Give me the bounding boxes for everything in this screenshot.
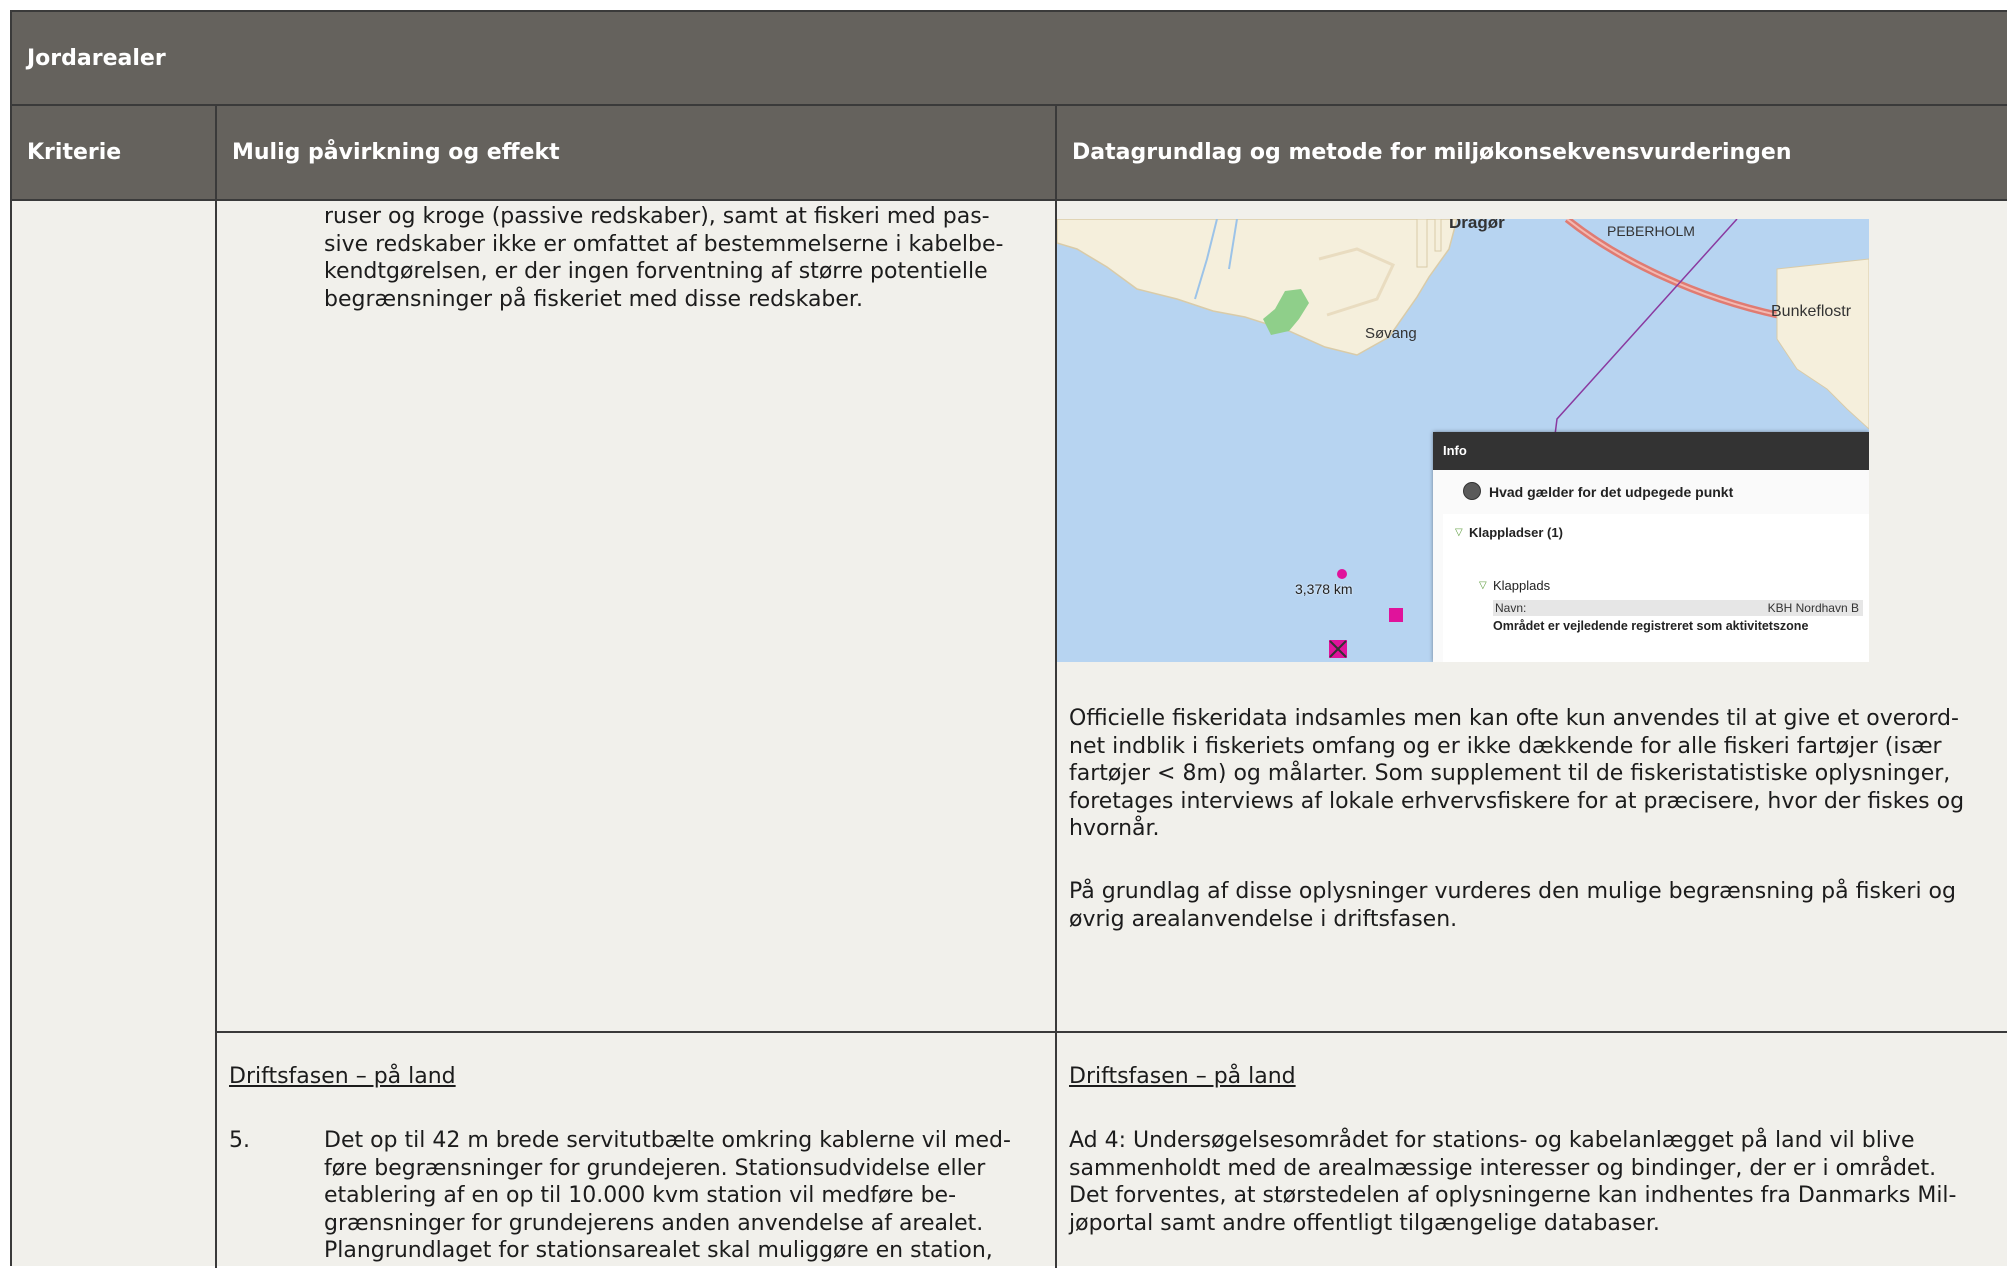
row1-impact-text: ruser og kroge (passive redskaber), samt… [324, 203, 1003, 313]
text-line: ruser og kroge (passive redskaber), samt… [324, 204, 990, 229]
text-line: Det forventes, at størstedelen af oplysn… [1069, 1183, 1957, 1208]
text-line: hvornår. [1069, 816, 1160, 841]
map-image: Dragør PEBERHOLM Søvang Bunkeflostr 3,37… [1057, 219, 1869, 662]
text-line: Det op til 42 m brede servitutbælte omkr… [324, 1128, 1011, 1153]
text-line: foretages interviews af lokale erhvervsf… [1069, 788, 1965, 814]
map-label-distance: 3,378 km [1295, 581, 1353, 597]
text-line: begrænsninger på fiskeriet med disse red… [324, 286, 863, 312]
text-line: grænsninger for grundejerens anden anven… [324, 1210, 984, 1236]
text-line: fartøjer < 8m) og målarter. Som suppleme… [1069, 761, 1951, 786]
header-criterion: Kriterie [12, 106, 217, 199]
info-note: Området er vejledende registreret som ak… [1493, 619, 1809, 633]
marker-square [1389, 608, 1403, 622]
expand-triangle-icon: ▽ [1455, 527, 1463, 538]
text-line: Plangrundlaget for stationsarealet skal … [324, 1238, 993, 1263]
text-line: På grundlag af disse oplysninger vurdere… [1069, 879, 1956, 904]
text-line: etablering af en op til 10.000 kvm stati… [324, 1183, 957, 1208]
info-name-row: Navn: KBH Nordhavn B [1493, 600, 1863, 616]
text-line: Ad 4: Undersøgelsesområdet for stations-… [1069, 1128, 1915, 1153]
globe-icon [1463, 482, 1481, 500]
table-title-row: Jordarealer [12, 12, 2007, 106]
info-panel: Info Hvad gælder for det udpegede punkt … [1433, 432, 1869, 662]
header-impact-label: Mulig påvirkning og effekt [232, 140, 560, 165]
measure-point [1337, 569, 1347, 579]
text-line: kendtgørelsen, er der ingen forventning … [324, 259, 988, 284]
map-label-peberholm: PEBERHOLM [1607, 223, 1695, 239]
map-label-sovang: Søvang [1365, 325, 1417, 342]
column-divider-1 [215, 106, 217, 1268]
header-impact: Mulig påvirkning og effekt [217, 106, 1057, 199]
row2-impact-text: Det op til 42 m brede servitutbælte omkr… [324, 1127, 1011, 1265]
info-group: ▽ Klappladser (1) ▽ Klapplads Navn: KBH … [1443, 514, 1869, 662]
header-method-label: Datagrundlag og metode for miljøkonsekve… [1072, 140, 1792, 165]
coast-sweden [1776, 258, 1869, 430]
info-panel-title: Info [1433, 432, 1869, 470]
text-line: sive redskaber ikke er omfattet af beste… [324, 231, 1004, 257]
info-name-key: Navn: [1495, 601, 1527, 615]
info-subgroup-label: Klapplads [1493, 578, 1551, 593]
map-label-bunkeflo: Bunkeflostr [1771, 303, 1852, 320]
row2-impact-heading: Driftsfasen – på land [229, 1064, 456, 1089]
row1-method-para2: På grundlag af disse oplysninger vurdere… [1069, 878, 1956, 933]
expand-triangle-icon: ▽ [1479, 580, 1487, 591]
row2-method-text: Ad 4: Undersøgelsesområdet for stations-… [1069, 1127, 1956, 1237]
text-line: Officielle fiskeridata indsamles men kan… [1069, 706, 1959, 731]
info-group-label: Klappladser (1) [1469, 525, 1563, 540]
info-question: Hvad gælder for det udpegede punkt [1489, 484, 1734, 500]
row2-method-heading: Driftsfasen – på land [1069, 1064, 1296, 1089]
item-number: 5. [229, 1128, 250, 1153]
text-line: øvrig arealanvendelse i driftsfasen. [1069, 906, 1458, 932]
table-title: Jordarealer [27, 46, 166, 71]
pier [1434, 219, 1442, 252]
text-line: net indblik i fiskeriets omfang og er ik… [1069, 733, 1942, 759]
table-header-row: Kriterie Mulig påvirkning og effekt Data… [12, 106, 2007, 201]
text-line: føre begrænsninger for grundejeren. Stat… [324, 1155, 986, 1181]
text-line: jøportal samt andre offentligt tilgængel… [1069, 1210, 1660, 1236]
header-method: Datagrundlag og metode for miljøkonsekve… [1057, 106, 2007, 199]
map-label-dragor: Dragør [1449, 219, 1505, 232]
info-name-value: KBH Nordhavn B [1767, 601, 1859, 615]
row-divider [217, 1031, 2007, 1033]
header-criterion-label: Kriterie [27, 140, 122, 165]
row1-method-para1: Officielle fiskeridata indsamles men kan… [1069, 705, 1964, 843]
pier [1416, 219, 1428, 268]
text-line: sammenholdt med de arealmæssige interess… [1069, 1155, 1937, 1181]
